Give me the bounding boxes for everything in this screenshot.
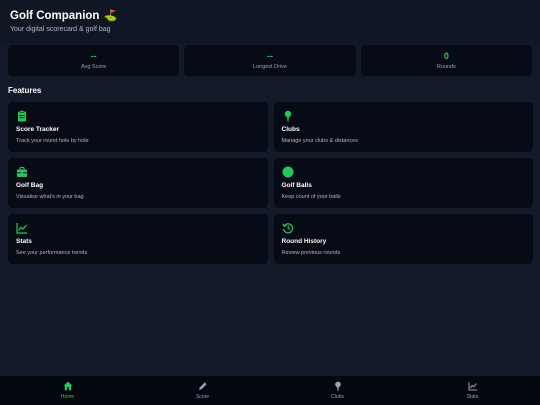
feature-desc: See your performance trends bbox=[16, 250, 88, 256]
briefcase-icon bbox=[17, 167, 27, 177]
stat-label: Longest Drive bbox=[253, 64, 287, 70]
stat-label: Rounds bbox=[436, 64, 456, 70]
home-icon bbox=[63, 381, 72, 391]
feature-card-golf-bag[interactable]: Golf Bag Visualise what's in your bag bbox=[8, 158, 268, 208]
nav-item-score[interactable]: Score bbox=[135, 376, 270, 405]
app-header: Golf Companion ⛳ Your digital scorecard … bbox=[0, 0, 540, 44]
nav-item-home[interactable]: Home bbox=[0, 376, 135, 405]
feature-title: Clubs bbox=[281, 126, 300, 133]
bottom-nav: Home Score Clubs Stats bbox=[0, 376, 540, 405]
features-grid: Score Tracker Track your round hole by h… bbox=[0, 100, 540, 264]
page-title: Golf Companion ⛳ bbox=[10, 9, 530, 23]
clipboard-icon bbox=[18, 110, 26, 122]
golf-tee-icon bbox=[334, 381, 341, 391]
app-title-text: Golf Companion bbox=[10, 9, 100, 22]
history-icon bbox=[281, 223, 293, 234]
feature-desc: Visualise what's in your bag bbox=[16, 194, 84, 200]
feature-desc: Keep count of your balls bbox=[281, 194, 341, 200]
feature-card-stats[interactable]: Stats See your performance trends bbox=[8, 214, 268, 264]
pencil-icon bbox=[198, 382, 207, 390]
feature-desc: Track your round hole by hole bbox=[16, 138, 89, 144]
stat-value: 0 bbox=[443, 51, 449, 61]
flag-icon: ⛳ bbox=[103, 10, 118, 22]
line-chart-icon bbox=[468, 382, 477, 391]
feature-card-clubs[interactable]: Clubs Manage your clubs & distances bbox=[273, 102, 533, 152]
stat-card-avg-score: -- Avg Score bbox=[8, 45, 180, 76]
feature-title: Score Tracker bbox=[16, 126, 60, 133]
stat-card-longest-drive: -- Longest Drive bbox=[184, 45, 356, 76]
nav-label: Clubs bbox=[331, 394, 344, 400]
stat-value: -- bbox=[90, 51, 97, 61]
features-heading: Features bbox=[8, 86, 42, 95]
app-subtitle: Your digital scorecard & golf bag bbox=[10, 26, 111, 33]
feature-desc: Manage your clubs & distances bbox=[281, 138, 358, 144]
feature-title: Golf Bag bbox=[16, 182, 44, 189]
golf-tee-icon bbox=[284, 110, 291, 122]
feature-card-score-tracker[interactable]: Score Tracker Track your round hole by h… bbox=[8, 102, 268, 152]
feature-title: Golf Balls bbox=[281, 182, 312, 189]
feature-title: Stats bbox=[16, 238, 32, 245]
feature-title: Round History bbox=[281, 238, 327, 245]
golf-ball-icon bbox=[282, 166, 293, 178]
nav-item-clubs[interactable]: Clubs bbox=[270, 376, 405, 405]
stats-row: -- Avg Score -- Longest Drive 0 Rounds bbox=[0, 45, 540, 76]
stat-label: Avg Score bbox=[81, 64, 107, 70]
stat-value: -- bbox=[266, 51, 273, 61]
nav-label: Score bbox=[195, 394, 210, 400]
nav-label: Stats bbox=[466, 394, 479, 400]
feature-card-golf-balls[interactable]: Golf Balls Keep count of your balls bbox=[273, 158, 533, 208]
feature-desc: Review previous rounds bbox=[281, 250, 341, 256]
feature-card-round-history[interactable]: Round History Review previous rounds bbox=[273, 214, 533, 264]
line-chart-icon bbox=[16, 223, 27, 234]
nav-label: Home bbox=[60, 394, 75, 400]
nav-item-stats[interactable]: Stats bbox=[405, 376, 540, 405]
stat-card-rounds: 0 Rounds bbox=[360, 45, 532, 76]
